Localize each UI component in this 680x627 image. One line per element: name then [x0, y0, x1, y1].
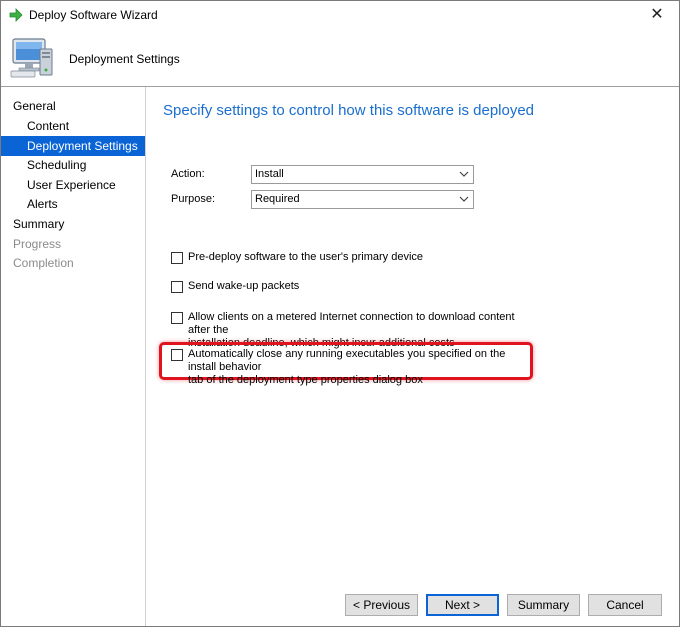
wakeup-checkbox[interactable] [171, 281, 183, 293]
action-label: Action: [171, 168, 205, 180]
close-icon: ✕ [650, 6, 664, 23]
autoclose-checkbox[interactable] [171, 349, 183, 361]
nav-item-scheduling[interactable]: Scheduling [1, 155, 145, 175]
wizard-header: Deployment Settings [1, 29, 679, 87]
computer-icon [10, 38, 53, 78]
nav-item-alerts[interactable]: Alerts [1, 194, 145, 214]
predeploy-label: Pre-deploy software to the user's primar… [188, 251, 423, 264]
wakeup-label-text: Send wake-up packets [188, 280, 300, 292]
nav-item-content[interactable]: Content [1, 116, 145, 136]
nav-item-completion: Completion [13, 256, 74, 270]
summary-button[interactable]: Summary [507, 594, 580, 616]
purpose-value: Required [255, 193, 300, 205]
action-dropdown[interactable]: Install [251, 165, 474, 184]
purpose-label: Purpose: [171, 193, 216, 205]
nav-item-general[interactable]: General [1, 96, 145, 116]
next-button[interactable]: Next > [426, 594, 499, 616]
page-heading: Specify settings to control how this sof… [163, 102, 535, 119]
metered-label-line1: Allow clients on a metered Internet conn… [188, 311, 515, 336]
main-panel: Specify settings to control how this sof… [147, 87, 679, 577]
metered-checkbox[interactable] [171, 312, 183, 324]
predeploy-checkbox[interactable] [171, 252, 183, 264]
chevron-down-icon [459, 196, 469, 202]
nav-item-deployment-settings[interactable]: Deployment Settings [1, 136, 145, 156]
nav-item-user-experience[interactable]: User Experience [1, 175, 145, 195]
cancel-button[interactable]: Cancel [588, 594, 662, 616]
header-title: Deployment Settings [69, 52, 180, 66]
action-value: Install [255, 168, 284, 180]
predeploy-label-text: Pre-deploy software to the user's primar… [188, 251, 424, 263]
wizard-nav: General Content Deployment Settings Sche… [1, 87, 146, 626]
purpose-dropdown[interactable]: Required [251, 190, 474, 209]
nav-item-summary[interactable]: Summary [1, 214, 145, 234]
title-bar: Deploy Software Wizard ✕ [1, 1, 679, 29]
autoclose-label: Automatically close any running executab… [188, 348, 531, 387]
green-arrow-icon [9, 8, 23, 22]
wizard-footer: < Previous Next > Summary Cancel [147, 577, 679, 626]
chevron-down-icon [459, 171, 469, 177]
previous-button[interactable]: < Previous [345, 594, 418, 616]
autoclose-label-line1: Automatically close any running executab… [188, 348, 506, 373]
nav-item-progress: Progress [13, 237, 62, 251]
wizard-window: Deploy Software Wizard ✕ Deployment Sett… [0, 0, 680, 627]
wakeup-label: Send wake-up packets [188, 280, 299, 293]
autoclose-label-line2: tab of the deployment type properties di… [188, 374, 423, 386]
window-title: Deploy Software Wizard [29, 8, 158, 22]
close-button[interactable]: ✕ [635, 1, 679, 29]
